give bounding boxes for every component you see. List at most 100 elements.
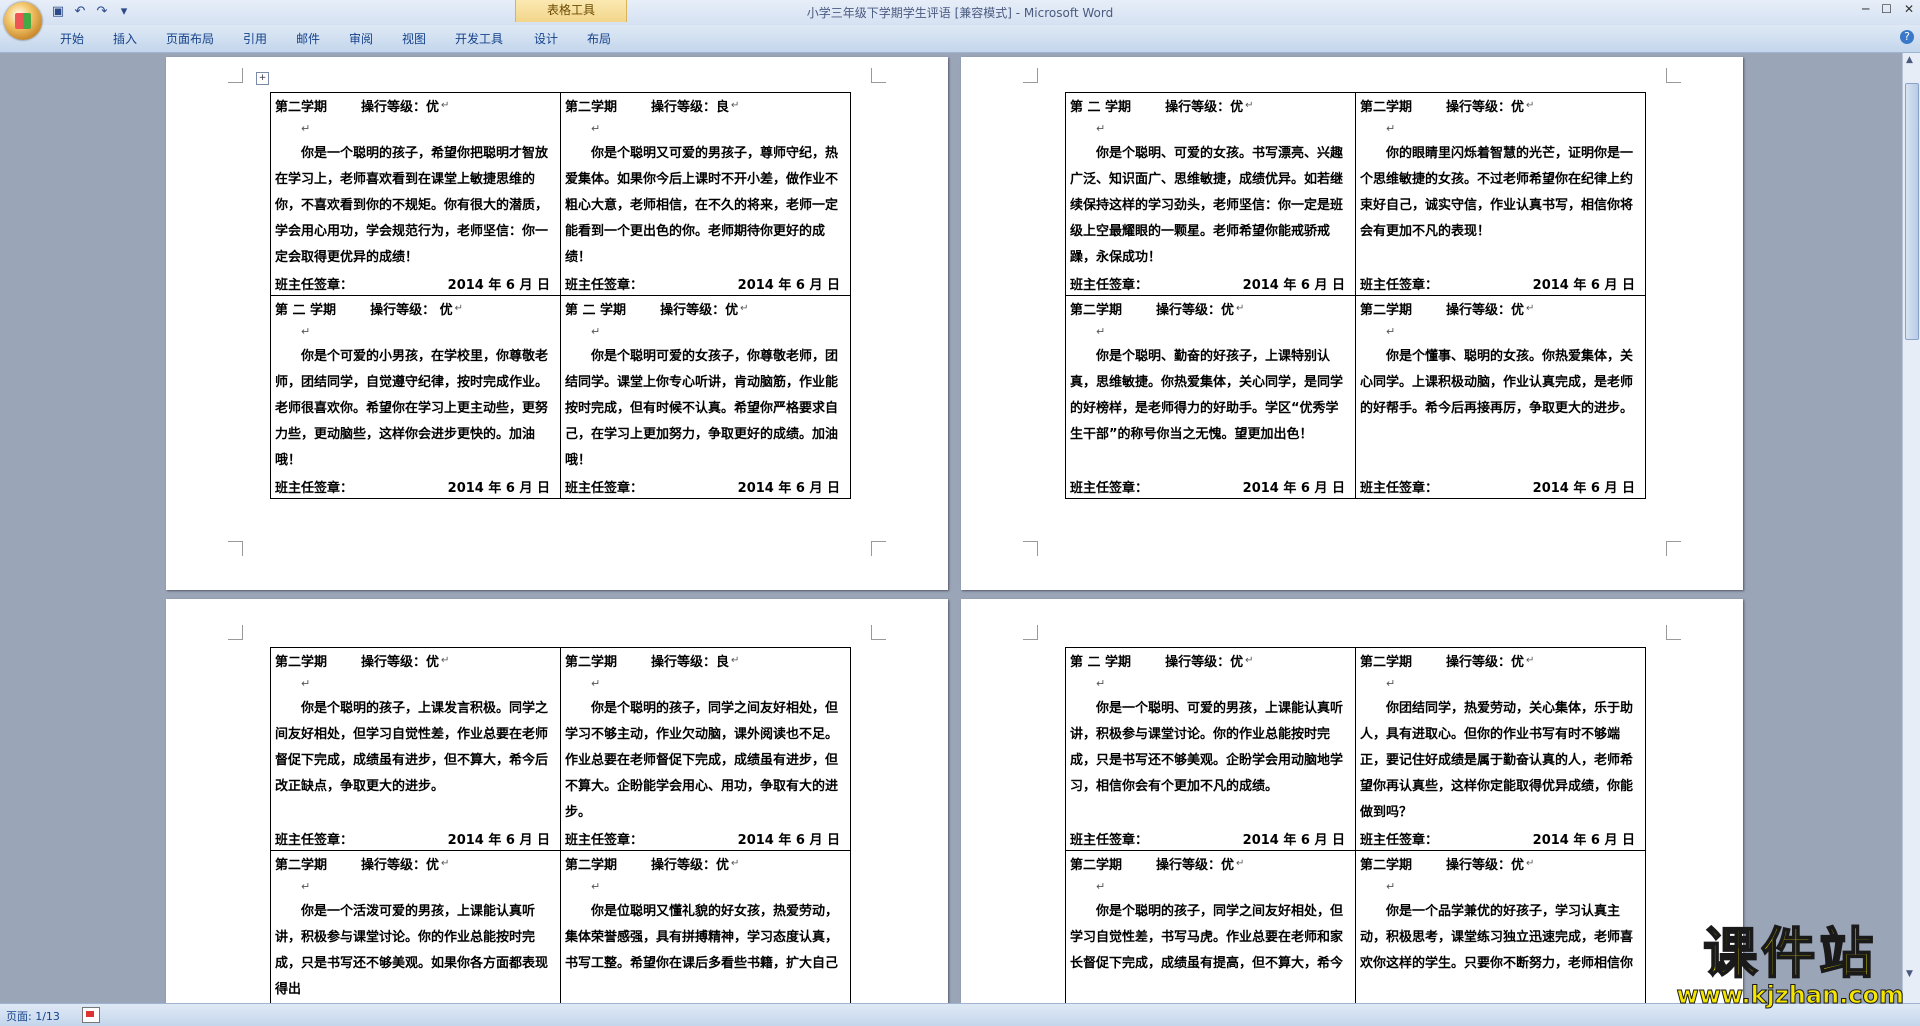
window-controls: ─ ☐ ✕ (1862, 2, 1914, 16)
evaluation-table: 第 二 学期 操行等级：优 ↵ ↵ 你是个聪明、可爱的女孩。书写漂亮、兴趣广泛、知识… (1065, 92, 1646, 499)
evaluation-card[interactable]: 第二学期 操行等级：优 ↵ ↵ 你团结同学，热爱劳动，关心集体，乐于助人，具有进取心… (1355, 647, 1646, 851)
conduct-grade: 操行等级：优 (660, 302, 739, 318)
evaluation-card[interactable]: 第二学期 操行等级：优 ↵ ↵ 你是个聪明的孩子，同学之间友好相处，但学习自觉性差，… (1065, 850, 1356, 1003)
ribbon-tabs: 开始 插入 页面布局 引用 邮件 审阅 视图 开发工具 设计 布局 (0, 25, 1920, 53)
table-move-handle-icon[interactable]: + (256, 72, 269, 85)
conduct-grade: 操行等级：优 (1446, 302, 1525, 318)
date-label: 2014 年 6 月 日 (1532, 277, 1635, 293)
maximize-icon[interactable]: ☐ (1881, 2, 1892, 16)
conduct-grade: 操行等级：良 (651, 99, 730, 115)
signature-label: 班主任签章： (565, 832, 644, 848)
conduct-grade: 操行等级：优 (1156, 302, 1235, 318)
vertical-scrollbar[interactable]: ▲ ▼ (1902, 53, 1920, 1003)
status-bar: 页面: 1/13 (0, 1003, 1920, 1026)
conduct-grade: 操行等级：优 (1165, 654, 1244, 670)
table-row: 第二学期 操行等级：优 ↵ ↵ 你是个聪明、勤奋的好孩子，上课特别认真，思维敏捷。你… (1065, 295, 1646, 499)
semester-label: 第 二 学期 (1070, 654, 1132, 670)
conduct-grade: 操行等级：优 (361, 99, 440, 115)
evaluation-card[interactable]: 第 二 学期 操行等级：优 ↵ ↵ 你是个聪明可爱的女孩子，你尊敬老师，团结同学。课… (560, 295, 851, 499)
scroll-up-icon[interactable]: ▲ (1906, 55, 1913, 65)
evaluation-card[interactable]: 第二学期 操行等级：优 ↵ ↵ 你是一个活泼可爱的男孩，上课能认真听讲，积极参与课堂… (270, 850, 561, 1003)
evaluation-card[interactable]: 第二学期 操行等级：优 ↵ ↵ 你是个聪明的孩子，上课发言积极。同学之间友好相处，但… (270, 647, 561, 851)
crop-mark (871, 625, 886, 640)
comment-text: 你是个聪明、勤奋的好孩子，上课特别认真，思维敏捷。你热爱集体，关心同学，是同学的… (1070, 349, 1344, 442)
semester-label: 第二学期 (1360, 99, 1413, 115)
conduct-grade: 操行等级：优 (361, 857, 440, 873)
evaluation-card[interactable]: 第二学期 操行等级：优 ↵ ↵ 你是位聪明又懂礼貌的好女孩，热爱劳动，集体荣誉感强，… (560, 850, 851, 1003)
comment-text: 你是位聪明又懂礼貌的好女孩，热爱劳动，集体荣誉感强，具有拼搏精神，学习态度认真，… (565, 904, 839, 971)
evaluation-card[interactable]: 第二学期 操行等级：优 ↵ ↵ 你是个懂事、聪明的女孩。你热爱集体，关心同学。上课积… (1355, 295, 1646, 499)
tab-page-layout[interactable]: 页面布局 (166, 30, 214, 47)
conduct-grade: 操行等级：优 (1446, 99, 1525, 115)
minimize-icon[interactable]: ─ (1862, 2, 1869, 16)
document-page-4: 第 二 学期 操行等级：优 ↵ ↵ 你是一个聪明、可爱的男孩，上课能认真听讲，积极参… (961, 599, 1743, 1003)
document-page-3: 第二学期 操行等级：优 ↵ ↵ 你是个聪明的孩子，上课发言积极。同学之间友好相处，但… (166, 599, 948, 1003)
page-indicator[interactable]: 页面: 1/13 (6, 1008, 60, 1024)
comment-text: 你是个聪明又可爱的男孩子，尊师守纪，热爱集体。如果你今后上课时不开小差，做作业不… (565, 146, 839, 265)
evaluation-card[interactable]: 第二学期 操行等级：良 ↵ ↵ 你是个聪明又可爱的男孩子，尊师守纪，热爱集体。如果你… (560, 92, 851, 296)
site-watermark: 课件站 www.kjzhan.com (1676, 926, 1904, 1008)
office-logo-icon (15, 13, 31, 29)
semester-label: 第二学期 (1360, 302, 1413, 318)
tab-view[interactable]: 视图 (402, 30, 426, 47)
date-label: 2014 年 6 月 日 (447, 277, 550, 293)
document-page-1: + 第二学期 操行等级：优 ↵ ↵ 你是一个聪明的孩子，希望你把聪明才智放在学习上，… (166, 57, 948, 590)
scrollbar-thumb[interactable] (1905, 83, 1919, 340)
conduct-grade: 操行等级：优 (1165, 99, 1244, 115)
comment-text: 你是一个活泼可爱的男孩，上课能认真听讲，积极参与课堂讨论。你的作业总能按时完成，… (275, 904, 549, 997)
crop-mark (1023, 625, 1038, 640)
crop-mark (1666, 68, 1681, 83)
crop-mark (1023, 541, 1038, 556)
evaluation-table: 第二学期 操行等级：优 ↵ ↵ 你是一个聪明的孩子，希望你把聪明才智放在学习上，老师… (270, 92, 851, 499)
signature-label: 班主任签章： (565, 480, 644, 496)
proofing-status-icon[interactable] (82, 1007, 100, 1023)
evaluation-card[interactable]: 第 二 学期 操行等级：优 ↵ ↵ 你是个聪明、可爱的女孩。书写漂亮、兴趣广泛、知识… (1065, 92, 1356, 296)
conduct-grade: 操行等级：优 (651, 857, 730, 873)
comment-text: 你是一个聪明、可爱的男孩，上课能认真听讲，积极参与课堂讨论。你的作业总能按时完成… (1070, 701, 1344, 794)
evaluation-card[interactable]: 第二学期 操行等级：优 ↵ ↵ 你的眼睛里闪烁着智慧的光芒，证明你是一个思维敏捷的女… (1355, 92, 1646, 296)
evaluation-card[interactable]: 第 二 学期 操行等级： 优 ↵ ↵ 你是个可爱的小男孩，在学校里，你尊敬老师，团结… (270, 295, 561, 499)
document-page-2: 第 二 学期 操行等级：优 ↵ ↵ 你是个聪明、可爱的女孩。书写漂亮、兴趣广泛、知识… (961, 57, 1743, 590)
window-title: 小学三年级下学期学生评语 [兼容模式] - Microsoft Word (806, 6, 1114, 20)
scroll-down-icon[interactable]: ▼ (1906, 969, 1913, 979)
office-button[interactable] (4, 2, 42, 40)
crop-mark (871, 68, 886, 83)
table-row: 第二学期 操行等级：优 ↵ ↵ 你是个聪明的孩子，上课发言积极。同学之间友好相处，但… (270, 647, 851, 851)
tab-references[interactable]: 引用 (243, 30, 267, 47)
date-label: 2014 年 6 月 日 (1532, 832, 1635, 848)
tab-developer[interactable]: 开发工具 (455, 30, 503, 47)
comment-text: 你是个聪明的孩子，同学之间友好相处，但学习不够主动，作业欠动脑，课外阅读也不足。… (565, 701, 839, 820)
signature-label: 班主任签章： (1360, 832, 1439, 848)
signature-label: 班主任签章： (1070, 480, 1149, 496)
tab-insert[interactable]: 插入 (113, 30, 137, 47)
semester-label: 第二学期 (565, 654, 618, 670)
help-icon[interactable]: ? (1900, 30, 1914, 44)
date-label: 2014 年 6 月 日 (1242, 832, 1345, 848)
comment-text: 你是个聪明的孩子，上课发言积极。同学之间友好相处，但学习自觉性差，作业总要在老师… (275, 701, 549, 794)
tab-design[interactable]: 设计 (534, 30, 558, 47)
tab-review[interactable]: 审阅 (349, 30, 373, 47)
signature-label: 班主任签章： (1070, 277, 1149, 293)
evaluation-card[interactable]: 第二学期 操行等级：优 ↵ ↵ 你是一个品学兼优的好孩子，学习认真主动，积极思考，课… (1355, 850, 1646, 1003)
table-row: 第二学期 操行等级：优 ↵ ↵ 你是个聪明的孩子，同学之间友好相处，但学习自觉性差，… (1065, 850, 1646, 1003)
tab-home[interactable]: 开始 (60, 30, 84, 47)
comment-text: 你是个聪明、可爱的女孩。书写漂亮、兴趣广泛、知识面广、思维敏捷，成绩优异。如若继… (1070, 146, 1344, 265)
table-row: 第 二 学期 操行等级：优 ↵ ↵ 你是一个聪明、可爱的男孩，上课能认真听讲，积极参… (1065, 647, 1646, 851)
signature-label: 班主任签章： (1360, 277, 1439, 293)
date-label: 2014 年 6 月 日 (737, 277, 840, 293)
comment-text: 你是个聪明可爱的女孩子，你尊敬老师，团结同学。课堂上你专心听讲，肯动脑筋，作业能… (565, 349, 839, 468)
crop-mark (871, 541, 886, 556)
semester-label: 第二学期 (275, 654, 328, 670)
evaluation-card[interactable]: 第二学期 操行等级：优 ↵ ↵ 你是个聪明、勤奋的好孩子，上课特别认真，思维敏捷。你… (1065, 295, 1356, 499)
table-row: 第 二 学期 操行等级：优 ↵ ↵ 你是个聪明、可爱的女孩。书写漂亮、兴趣广泛、知识… (1065, 92, 1646, 296)
tab-mailings[interactable]: 邮件 (296, 30, 320, 47)
evaluation-card[interactable]: 第 二 学期 操行等级：优 ↵ ↵ 你是一个聪明、可爱的男孩，上课能认真听讲，积极参… (1065, 647, 1356, 851)
crop-mark (1023, 68, 1038, 83)
signature-label: 班主任签章： (275, 832, 354, 848)
evaluation-card[interactable]: 第二学期 操行等级：优 ↵ ↵ 你是一个聪明的孩子，希望你把聪明才智放在学习上，老师… (270, 92, 561, 296)
close-icon[interactable]: ✕ (1904, 2, 1914, 16)
semester-label: 第二学期 (565, 99, 618, 115)
evaluation-card[interactable]: 第二学期 操行等级：良 ↵ ↵ 你是个聪明的孩子，同学之间友好相处，但学习不够主动，… (560, 647, 851, 851)
tab-layout[interactable]: 布局 (587, 30, 611, 47)
signature-label: 班主任签章： (565, 277, 644, 293)
